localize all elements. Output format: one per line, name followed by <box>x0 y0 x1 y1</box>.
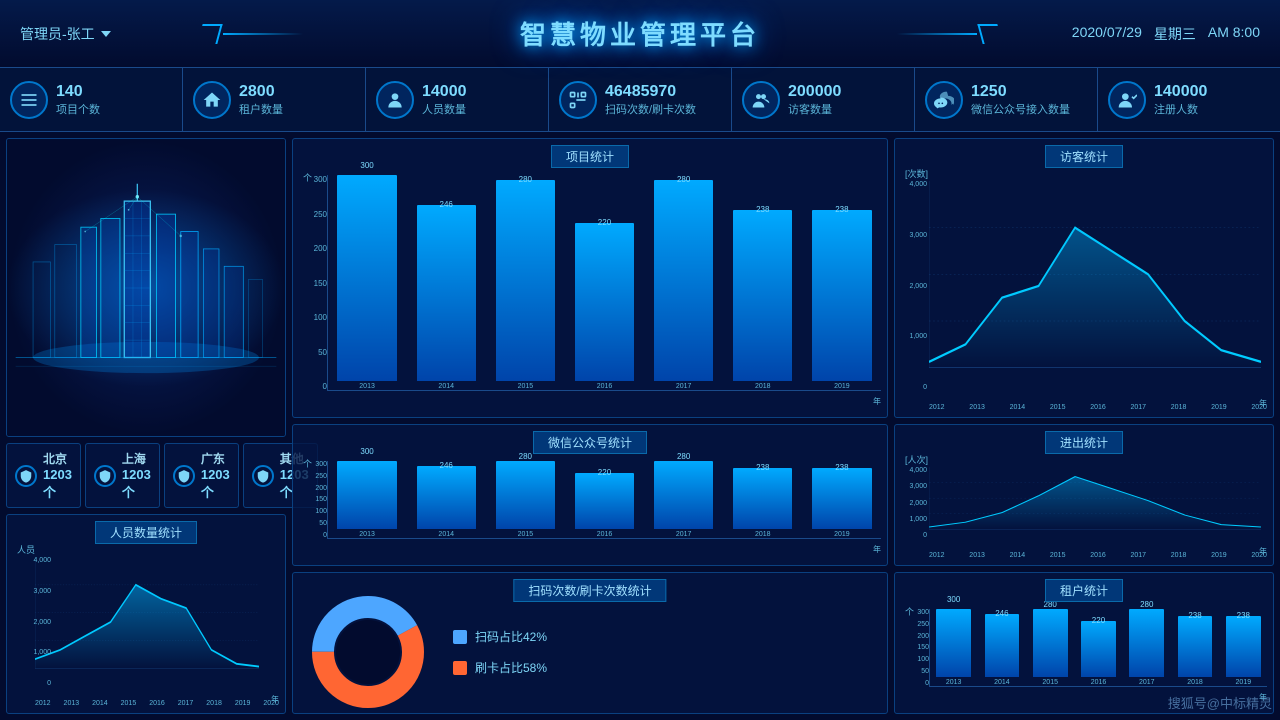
location-guangdong: 广东 1203 个 <box>164 443 239 508</box>
stat-project: 140 项目个数 <box>0 68 183 131</box>
location-beijing: 北京 1203 个 <box>6 443 81 508</box>
project-stats-panel: 项目统计 个 300 2013 246 2014 280 201 <box>292 138 888 418</box>
user-dropdown-icon[interactable] <box>101 31 111 37</box>
scan-stats-panel: 扫码次数/刷卡次数统计 <box>292 572 888 714</box>
wechat-stats-title: 微信公众号统计 <box>533 431 647 454</box>
location-shanghai: 上海 1203 个 <box>85 443 160 508</box>
scan-legend-blue-label: 扫码占比42% <box>475 628 547 645</box>
stat-scan-label: 扫码次数/刷卡次数 <box>605 101 696 117</box>
stat-person-label: 人员数量 <box>422 101 467 117</box>
stat-wechat-number: 1250 <box>971 83 1070 101</box>
time-label: AM 8:00 <box>1208 24 1260 44</box>
guangdong-name: 广东 <box>201 450 230 467</box>
project-x-label: 年 <box>873 396 881 407</box>
header-decor-left <box>200 0 400 68</box>
stat-visitor-number: 200000 <box>788 83 841 101</box>
stat-wechat-label: 微信公众号接入数量 <box>971 101 1070 117</box>
shield-icon-shanghai <box>94 465 116 487</box>
inout-stats-title: 进出统计 <box>1045 431 1123 454</box>
wechat-stats-panel: 微信公众号统计 个 3002013 2462014 2802015 220201… <box>292 424 888 566</box>
tenant-stats-title: 租户统计 <box>1045 579 1123 602</box>
date-label: 2020/07/29 <box>1072 24 1142 44</box>
center-column: 北京 1203 个 上海 1203 个 广东 1203 <box>6 138 286 714</box>
shield-icon-guangdong <box>173 465 195 487</box>
shield-icon-beijing <box>15 465 37 487</box>
stat-tenant-label: 租户数量 <box>239 101 283 117</box>
stat-scan: 46485970 扫码次数/刷卡次数 <box>549 68 732 131</box>
project-stats-title: 项目统计 <box>551 145 629 168</box>
shield-icon-other <box>252 465 274 487</box>
username-label: 管理员-张工 <box>20 24 95 44</box>
person-icon <box>376 81 414 119</box>
stat-project-label: 项目个数 <box>56 101 100 117</box>
stats-bar: 140 项目个数 2800 租户数量 14000 人员数量 46485970 扫… <box>0 68 1280 132</box>
orange-dot <box>453 661 467 675</box>
guangdong-count: 1203 个 <box>201 467 230 501</box>
scan-legend-orange: 刷卡占比58% <box>453 659 547 676</box>
personnel-stats-panel: 人员数量统计 人员 <box>6 514 286 714</box>
scan-icon <box>559 81 597 119</box>
stat-project-number: 140 <box>56 83 100 101</box>
stat-visitor-label: 访客数量 <box>788 101 841 117</box>
stat-tenant: 2800 租户数量 <box>183 68 366 131</box>
personnel-y-label: 人员 <box>17 543 35 556</box>
stat-register: 140000 注册人数 <box>1098 68 1280 131</box>
city-visual-panel <box>6 138 286 437</box>
watermark: 搜狐号@中标精灵 <box>1168 693 1272 712</box>
inout-stats-panel: 进出统计 [人次] <box>894 424 1274 566</box>
visitor-icon <box>742 81 780 119</box>
left-col-bottom: 微信公众号统计 个 3002013 2462014 2802015 220201… <box>292 424 888 714</box>
personnel-title: 人员数量统计 <box>95 521 197 544</box>
user-info[interactable]: 管理员-张工 <box>20 24 111 44</box>
header-decor-right <box>800 0 1000 68</box>
scan-stats-title: 扫码次数/刷卡次数统计 <box>513 579 666 602</box>
stat-person: 14000 人员数量 <box>366 68 549 131</box>
stat-register-label: 注册人数 <box>1154 101 1207 117</box>
beijing-count: 1203 个 <box>43 467 72 501</box>
right-col-bottom: 进出统计 [人次] <box>894 424 1274 714</box>
wechat-icon <box>925 81 963 119</box>
location-row: 北京 1203 个 上海 1203 个 广东 1203 <box>6 443 286 508</box>
stat-tenant-number: 2800 <box>239 83 283 101</box>
shanghai-count: 1203 个 <box>122 467 151 501</box>
home-icon <box>193 81 231 119</box>
visitor-stats-title: 访客统计 <box>1045 145 1123 168</box>
stat-register-number: 140000 <box>1154 83 1207 101</box>
list-icon <box>10 81 48 119</box>
stat-wechat: 1250 微信公众号接入数量 <box>915 68 1098 131</box>
stat-scan-number: 46485970 <box>605 83 696 101</box>
register-icon <box>1108 81 1146 119</box>
beijing-name: 北京 <box>43 450 72 467</box>
header: 管理员-张工 智慧物业管理平台 2020/07/29 星期三 AM 8:00 <box>0 0 1280 68</box>
weekday-label: 星期三 <box>1154 24 1196 44</box>
page-title: 智慧物业管理平台 <box>520 15 760 52</box>
datetime-info: 2020/07/29 星期三 AM 8:00 <box>1072 24 1260 44</box>
blue-dot <box>453 630 467 644</box>
visitor-stats-panel: 访客统计 [次数] 2012 2013 <box>894 138 1274 418</box>
scan-legend-orange-label: 刷卡占比58% <box>475 659 547 676</box>
stat-person-number: 14000 <box>422 83 467 101</box>
scan-legend-blue: 扫码占比42% <box>453 628 547 645</box>
stat-visitor: 200000 访客数量 <box>732 68 915 131</box>
shanghai-name: 上海 <box>122 450 151 467</box>
